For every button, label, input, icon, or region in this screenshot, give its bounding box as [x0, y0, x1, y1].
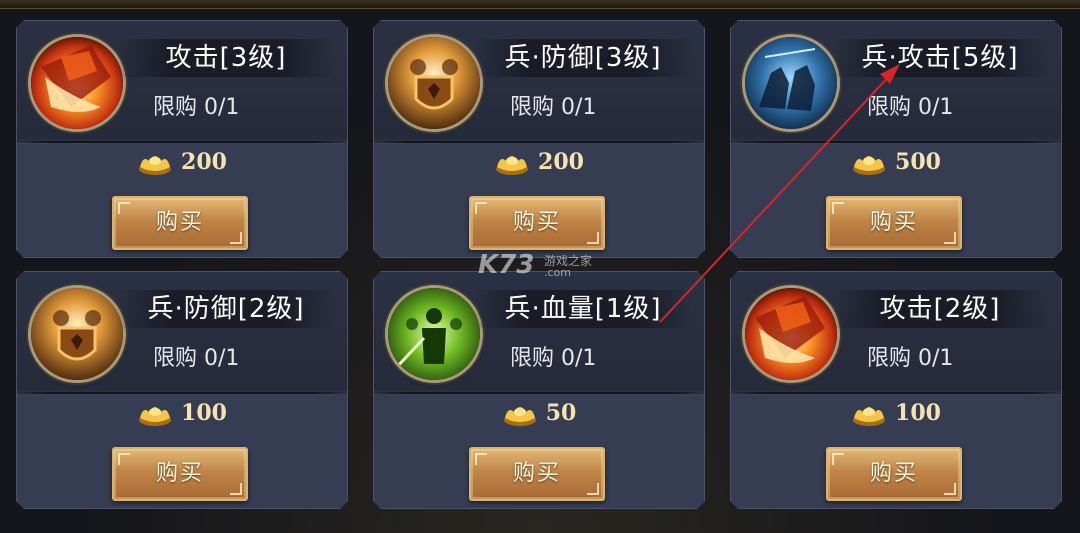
buy-button-label: 购买 — [869, 210, 918, 235]
buy-button-label: 购买 — [512, 461, 561, 486]
item-price: 200 — [181, 149, 227, 175]
item-title: 兵·血量[1级] — [504, 294, 662, 324]
watermark-domain: .com — [544, 266, 571, 279]
gold-ingot-icon — [137, 398, 173, 428]
buy-button[interactable]: 购买 — [112, 447, 248, 501]
buy-button[interactable]: 购买 — [112, 196, 248, 250]
shop-item-card: 兵·防御[2级] 限购 0/1 100 购买 — [16, 271, 348, 509]
price-row: 100 — [17, 396, 347, 430]
buy-button[interactable]: 购买 — [469, 447, 605, 501]
shop-screen: 攻击[3级] 限购 0/1 200 购买 兵·防御[3级] 限购 0/1 200… — [0, 0, 1080, 533]
top-frame-border — [0, 0, 1080, 9]
price-row: 200 — [17, 145, 347, 179]
item-title: 兵·防御[2级] — [147, 294, 305, 324]
item-price: 200 — [538, 149, 584, 175]
item-price: 50 — [545, 400, 577, 426]
troop-defense-shield-icon — [388, 37, 480, 129]
item-title: 攻击[3级] — [165, 43, 287, 73]
buy-button-label: 购买 — [155, 461, 204, 486]
troop-defense-shield-icon — [31, 288, 123, 380]
shop-item-card: 攻击[2级] 限购 0/1 100 购买 — [730, 271, 1062, 509]
attack-fire-icon — [745, 288, 837, 380]
item-price: 500 — [895, 149, 941, 175]
shop-item-card: 兵·攻击[5级] 限购 0/1 500 购买 — [730, 20, 1062, 258]
item-price: 100 — [895, 400, 941, 426]
item-title: 兵·攻击[5级] — [861, 43, 1019, 73]
purchase-limit: 限购 0/1 — [510, 346, 597, 371]
shop-item-card: 兵·防御[3级] 限购 0/1 200 购买 — [373, 20, 705, 258]
gold-ingot-icon — [851, 398, 887, 428]
troop-attack-cavalry-icon — [745, 37, 837, 129]
gold-ingot-icon — [502, 398, 538, 428]
attack-fire-icon — [31, 37, 123, 129]
watermark-brand: K73 — [478, 250, 535, 280]
item-price: 100 — [181, 400, 227, 426]
buy-button-label: 购买 — [869, 461, 918, 486]
troop-health-soldiers-icon — [388, 288, 480, 380]
buy-button[interactable]: 购买 — [826, 196, 962, 250]
purchase-limit: 限购 0/1 — [510, 95, 597, 120]
price-row: 200 — [374, 145, 704, 179]
gold-ingot-icon — [137, 147, 173, 177]
price-row: 100 — [731, 396, 1061, 430]
shop-item-card: 兵·血量[1级] 限购 0/1 50 购买 — [373, 271, 705, 509]
buy-button[interactable]: 购买 — [826, 447, 962, 501]
buy-button[interactable]: 购买 — [469, 196, 605, 250]
price-row: 500 — [731, 145, 1061, 179]
price-row: 50 — [374, 396, 704, 430]
gold-ingot-icon — [851, 147, 887, 177]
item-title: 攻击[2级] — [879, 294, 1001, 324]
gold-ingot-icon — [494, 147, 530, 177]
buy-button-label: 购买 — [512, 210, 561, 235]
purchase-limit: 限购 0/1 — [867, 95, 954, 120]
purchase-limit: 限购 0/1 — [153, 95, 240, 120]
item-title: 兵·防御[3级] — [504, 43, 662, 73]
purchase-limit: 限购 0/1 — [153, 346, 240, 371]
purchase-limit: 限购 0/1 — [867, 346, 954, 371]
buy-button-label: 购买 — [155, 210, 204, 235]
shop-item-card: 攻击[3级] 限购 0/1 200 购买 — [16, 20, 348, 258]
watermark-logo: K73 游戏之家 .com — [478, 250, 592, 280]
